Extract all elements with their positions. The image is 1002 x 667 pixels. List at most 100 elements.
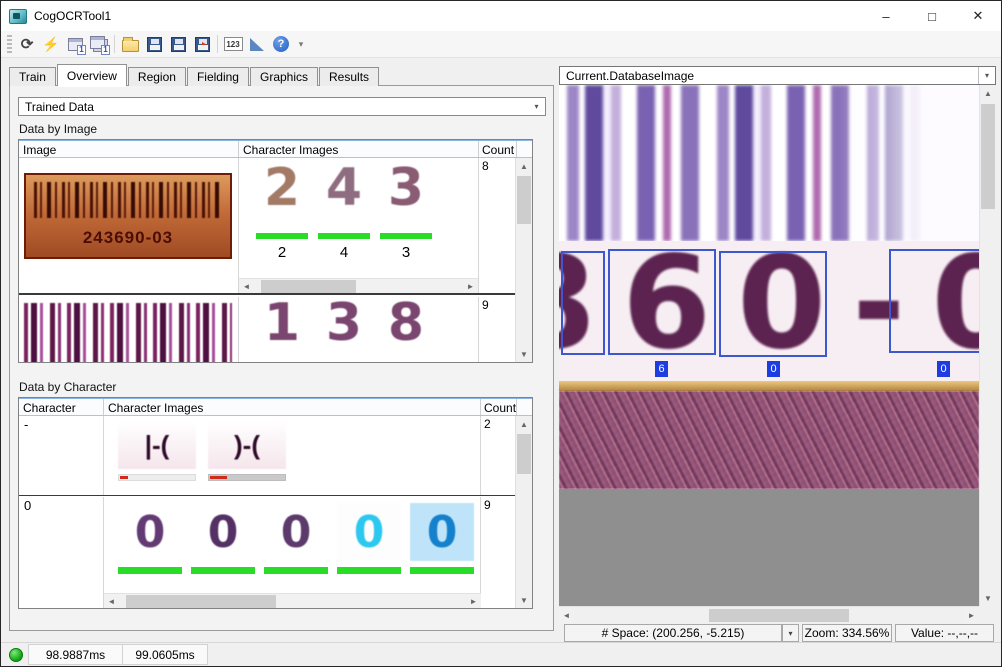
green-bar: [337, 567, 401, 574]
cell-horizontal-scrollbar[interactable]: ◄ ►: [239, 278, 478, 293]
open-folder-icon: [122, 40, 139, 52]
char-glyph[interactable]: 3: [313, 297, 375, 353]
tab-results[interactable]: Results: [319, 67, 379, 86]
pixel-value: Value: --,--,--: [895, 624, 994, 642]
grid-vertical-scrollbar[interactable]: ▲ ▼: [515, 158, 532, 362]
column-header-image[interactable]: Image: [19, 141, 239, 157]
trained-data-value: Trained Data: [19, 100, 528, 114]
open-file-button[interactable]: [118, 33, 142, 55]
scroll-thumb[interactable]: [517, 176, 531, 224]
tab-fielding[interactable]: Fielding: [187, 67, 249, 86]
open-tool-group-button[interactable]: 1: [87, 33, 111, 55]
image-source-select[interactable]: Current.DatabaseImage ▾: [559, 66, 996, 85]
char-sample-thumb[interactable]: |-(: [118, 421, 196, 469]
char-sample-thumb[interactable]: 0: [191, 503, 255, 561]
run-once-button[interactable]: ⚡: [39, 33, 63, 55]
toolbar-separator: [114, 35, 115, 53]
tab-strip: Train Overview Region Fielding Graphics …: [9, 64, 380, 86]
scroll-right-arrow[interactable]: ►: [463, 279, 478, 293]
app-icon: [9, 9, 27, 24]
tab-region[interactable]: Region: [128, 67, 186, 86]
confidence-bars: [118, 474, 286, 481]
char-glyph[interactable]: 8: [375, 297, 437, 353]
minimize-button[interactable]: –: [863, 1, 909, 31]
char-glyph[interactable]: 2: [251, 158, 313, 218]
char-sample-thumb[interactable]: 0: [410, 503, 474, 561]
grid-vertical-scrollbar[interactable]: ▲ ▼: [515, 416, 532, 608]
image-display-canvas[interactable]: 860-0 6 0 0: [559, 85, 979, 606]
char-box-0: [719, 251, 827, 357]
toolbar-overflow-button[interactable]: ▾: [295, 39, 307, 50]
run-continuous-button[interactable]: ⟳: [15, 33, 39, 55]
char-glyph[interactable]: 3: [375, 158, 437, 218]
character-value: 0: [19, 497, 103, 514]
chevron-down-icon: ▾: [978, 67, 995, 84]
table-row[interactable]: 1 3 8 9: [19, 297, 515, 362]
save-as-button[interactable]: [166, 33, 190, 55]
column-header-character-images[interactable]: Character Images: [104, 399, 481, 415]
maximize-button[interactable]: □: [909, 1, 955, 31]
table-row[interactable]: - |-( )-( 2: [19, 416, 515, 496]
help-button[interactable]: ?: [269, 33, 293, 55]
lightning-icon: ⚡: [42, 36, 59, 53]
scroll-thumb[interactable]: [261, 280, 356, 293]
barcode-thumbnail[interactable]: 243690-03: [24, 173, 232, 259]
char-sample-thumb[interactable]: 0: [264, 503, 328, 561]
canvas-vertical-scrollbar[interactable]: ▲ ▼: [979, 85, 996, 606]
title-bar: CogOCRTool1 – □ ✕: [1, 1, 1001, 31]
trained-data-select[interactable]: Trained Data ▾: [18, 97, 546, 116]
numeric-results-button[interactable]: 123: [221, 33, 245, 55]
tab-train[interactable]: Train: [9, 67, 56, 86]
arrow-mark: [202, 42, 209, 50]
scroll-down-arrow[interactable]: ▼: [980, 590, 996, 606]
green-bar: [191, 567, 255, 574]
glyph-label: 2: [251, 244, 313, 261]
scroll-left-arrow[interactable]: ◄: [239, 279, 254, 293]
scroll-up-arrow[interactable]: ▲: [516, 416, 532, 432]
character-cell: -: [19, 416, 104, 495]
char-sample-thumb[interactable]: 0: [118, 503, 182, 561]
scroll-thumb[interactable]: [517, 434, 531, 474]
scroll-left-arrow[interactable]: ◄: [104, 594, 119, 608]
column-header-count[interactable]: Count: [481, 399, 517, 415]
open-tool-window-button[interactable]: 1: [63, 33, 87, 55]
scroll-right-arrow[interactable]: ►: [466, 594, 481, 608]
scroll-thumb[interactable]: [709, 609, 849, 622]
char-sample-thumb[interactable]: )-(: [208, 421, 286, 469]
save-button[interactable]: [142, 33, 166, 55]
green-bar: [318, 233, 370, 239]
toolbar: ⟳ ⚡ 1 1 123 ? ▾: [1, 31, 1001, 58]
help-icon: ?: [273, 36, 289, 52]
tab-graphics[interactable]: Graphics: [250, 67, 318, 86]
scroll-up-arrow[interactable]: ▲: [980, 85, 996, 101]
char-glyph[interactable]: 1: [251, 297, 313, 353]
table-row[interactable]: 243690-03 2 4 3: [19, 158, 515, 295]
scroll-up-arrow[interactable]: ▲: [516, 158, 532, 174]
scroll-thumb[interactable]: [981, 104, 995, 209]
scroll-down-arrow[interactable]: ▼: [516, 346, 532, 362]
space-dropdown-button[interactable]: ▾: [782, 624, 799, 642]
count-value: 9: [479, 297, 515, 313]
green-bar: [256, 233, 308, 239]
scroll-down-arrow[interactable]: ▼: [516, 592, 532, 608]
cell-horizontal-scrollbar[interactable]: ◄ ►: [104, 593, 481, 608]
green-bar: [410, 567, 474, 574]
scroll-thumb[interactable]: [126, 595, 276, 608]
scroll-right-arrow[interactable]: ►: [964, 607, 979, 624]
table-row[interactable]: 0 0 0 0 0 0: [19, 497, 515, 608]
close-button[interactable]: ✕: [955, 1, 1001, 31]
scroll-left-arrow[interactable]: ◄: [559, 607, 574, 624]
grid-body: 243690-03 2 4 3: [19, 158, 515, 362]
column-header-character-images[interactable]: Character Images: [239, 141, 479, 157]
tab-overview[interactable]: Overview: [57, 64, 127, 86]
char-glyph[interactable]: 4: [313, 158, 375, 218]
barcode-thumbnail[interactable]: [24, 303, 232, 362]
count-value: 9: [481, 497, 515, 513]
column-header-count[interactable]: Count: [479, 141, 517, 157]
column-header-character[interactable]: Character: [19, 399, 104, 415]
char-sample-thumb[interactable]: 0: [337, 503, 401, 561]
canvas-horizontal-scrollbar[interactable]: ◄ ►: [559, 606, 979, 623]
export-image-button[interactable]: [190, 33, 214, 55]
angle-tool-button[interactable]: [245, 33, 269, 55]
grid-header: Character Character Images Count: [19, 398, 532, 416]
